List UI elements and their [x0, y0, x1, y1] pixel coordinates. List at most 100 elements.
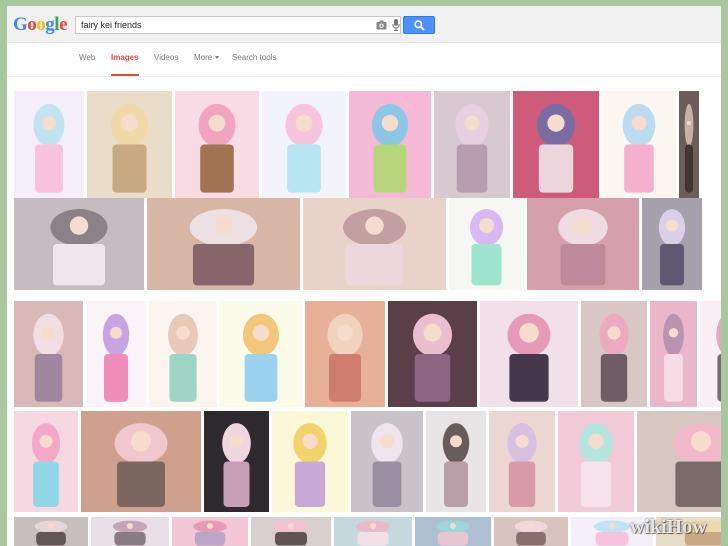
thumbnail-image	[637, 411, 721, 512]
thumbnail-image	[558, 411, 634, 512]
image-result-thumbnail[interactable]	[581, 301, 647, 407]
google-logo[interactable]: Google	[13, 14, 67, 36]
thumbnail-image	[700, 301, 721, 407]
image-result-thumbnail[interactable]	[262, 91, 346, 198]
image-result-thumbnail[interactable]	[679, 91, 699, 198]
tab-images[interactable]: Images	[111, 43, 139, 76]
tab-more-label: More	[194, 53, 213, 62]
image-result-thumbnail[interactable]	[434, 91, 510, 198]
image-result-thumbnail[interactable]	[426, 411, 486, 512]
thumbnail-image	[303, 198, 446, 290]
logo-letter: G	[13, 14, 28, 35]
image-result-thumbnail[interactable]	[637, 411, 721, 512]
thumbnail-image	[262, 91, 346, 198]
thumbnail-image	[14, 198, 144, 290]
image-result-thumbnail[interactable]	[650, 301, 697, 407]
image-result-thumbnail[interactable]	[91, 517, 169, 546]
tab-more[interactable]: More	[194, 43, 220, 74]
image-result-thumbnail[interactable]	[489, 411, 555, 512]
image-result-thumbnail[interactable]	[602, 91, 676, 198]
image-result-thumbnail[interactable]	[527, 198, 639, 290]
search-input[interactable]	[76, 17, 371, 33]
image-result-thumbnail[interactable]	[513, 91, 599, 198]
image-result-thumbnail[interactable]	[251, 517, 331, 546]
image-result-thumbnail[interactable]	[480, 301, 578, 407]
image-result-thumbnail[interactable]	[494, 517, 568, 546]
search-header: Google	[7, 6, 721, 43]
search-tools-button[interactable]: Search tools	[232, 43, 276, 74]
image-result-thumbnail[interactable]	[14, 517, 88, 546]
image-result-thumbnail[interactable]	[172, 517, 248, 546]
thumbnail-image	[175, 91, 259, 198]
wikihow-watermark: wikiHow	[630, 516, 707, 538]
search-box[interactable]	[75, 16, 401, 34]
thumbnail-image	[642, 198, 702, 290]
image-result-thumbnail[interactable]	[175, 91, 259, 198]
tab-web[interactable]: Web	[79, 43, 95, 74]
logo-letter: e	[59, 14, 67, 35]
image-result-thumbnail[interactable]	[351, 411, 423, 512]
image-result-thumbnail[interactable]	[147, 198, 300, 290]
image-result-thumbnail[interactable]	[303, 198, 446, 290]
thumbnail-image	[513, 91, 599, 198]
thumbnail-image	[602, 91, 676, 198]
thumbnail-image	[14, 301, 83, 407]
thumbnail-image	[351, 411, 423, 512]
search-icon	[414, 20, 425, 31]
image-result-thumbnail[interactable]	[305, 301, 385, 407]
thumbnail-image	[650, 301, 697, 407]
image-result-thumbnail[interactable]	[349, 91, 431, 198]
image-result-thumbnail[interactable]	[272, 411, 348, 512]
camera-icon[interactable]	[376, 20, 387, 30]
logo-letter: o	[27, 14, 37, 35]
image-result-thumbnail[interactable]	[220, 301, 302, 407]
thumbnail-image	[87, 91, 172, 198]
thumbnail-image	[494, 517, 568, 546]
image-result-thumbnail[interactable]	[449, 198, 524, 290]
thumbnail-image	[388, 301, 477, 407]
thumbnail-image	[147, 198, 300, 290]
thumbnail-image	[272, 411, 348, 512]
microphone-icon[interactable]	[392, 19, 400, 31]
image-results-grid: 717 × 1...	[7, 77, 721, 546]
image-result-thumbnail[interactable]	[700, 301, 721, 407]
thumbnail-image	[204, 411, 269, 512]
thumbnail-image	[480, 301, 578, 407]
thumbnail-image	[349, 91, 431, 198]
image-result-thumbnail[interactable]	[642, 198, 702, 290]
browser-frame: Google Web Images Vi	[7, 6, 721, 546]
thumbnail-image	[415, 517, 491, 546]
thumbnail-image	[91, 517, 169, 546]
thumbnail-image	[14, 411, 78, 512]
image-result-thumbnail[interactable]	[204, 411, 269, 512]
search-nav: Web Images Videos More Search tools	[7, 43, 721, 77]
thumbnail-image	[86, 301, 146, 407]
thumbnail-image	[14, 91, 84, 198]
thumbnail-image	[14, 517, 88, 546]
image-result-thumbnail[interactable]	[14, 301, 83, 407]
tab-videos[interactable]: Videos	[154, 43, 178, 74]
thumbnail-image	[434, 91, 510, 198]
thumbnail-image	[527, 198, 639, 290]
image-result-thumbnail[interactable]	[81, 411, 201, 512]
chevron-down-icon	[215, 56, 220, 60]
logo-letter: o	[36, 14, 46, 35]
thumbnail-image	[489, 411, 555, 512]
image-result-thumbnail[interactable]	[388, 301, 477, 407]
thumbnail-image	[81, 411, 201, 512]
image-result-thumbnail[interactable]	[86, 301, 146, 407]
image-result-thumbnail[interactable]	[334, 517, 412, 546]
thumbnail-image	[251, 517, 331, 546]
thumbnail-image	[426, 411, 486, 512]
image-result-thumbnail[interactable]	[558, 411, 634, 512]
thumbnail-image	[172, 517, 248, 546]
image-result-thumbnail[interactable]	[415, 517, 491, 546]
thumbnail-image	[449, 198, 524, 290]
search-button[interactable]	[403, 16, 435, 34]
image-result-thumbnail[interactable]	[14, 91, 84, 198]
image-result-thumbnail[interactable]	[14, 411, 78, 512]
thumbnail-image	[581, 301, 647, 407]
image-result-thumbnail[interactable]	[14, 198, 144, 290]
image-result-thumbnail[interactable]	[149, 301, 217, 407]
image-result-thumbnail[interactable]	[87, 91, 172, 198]
